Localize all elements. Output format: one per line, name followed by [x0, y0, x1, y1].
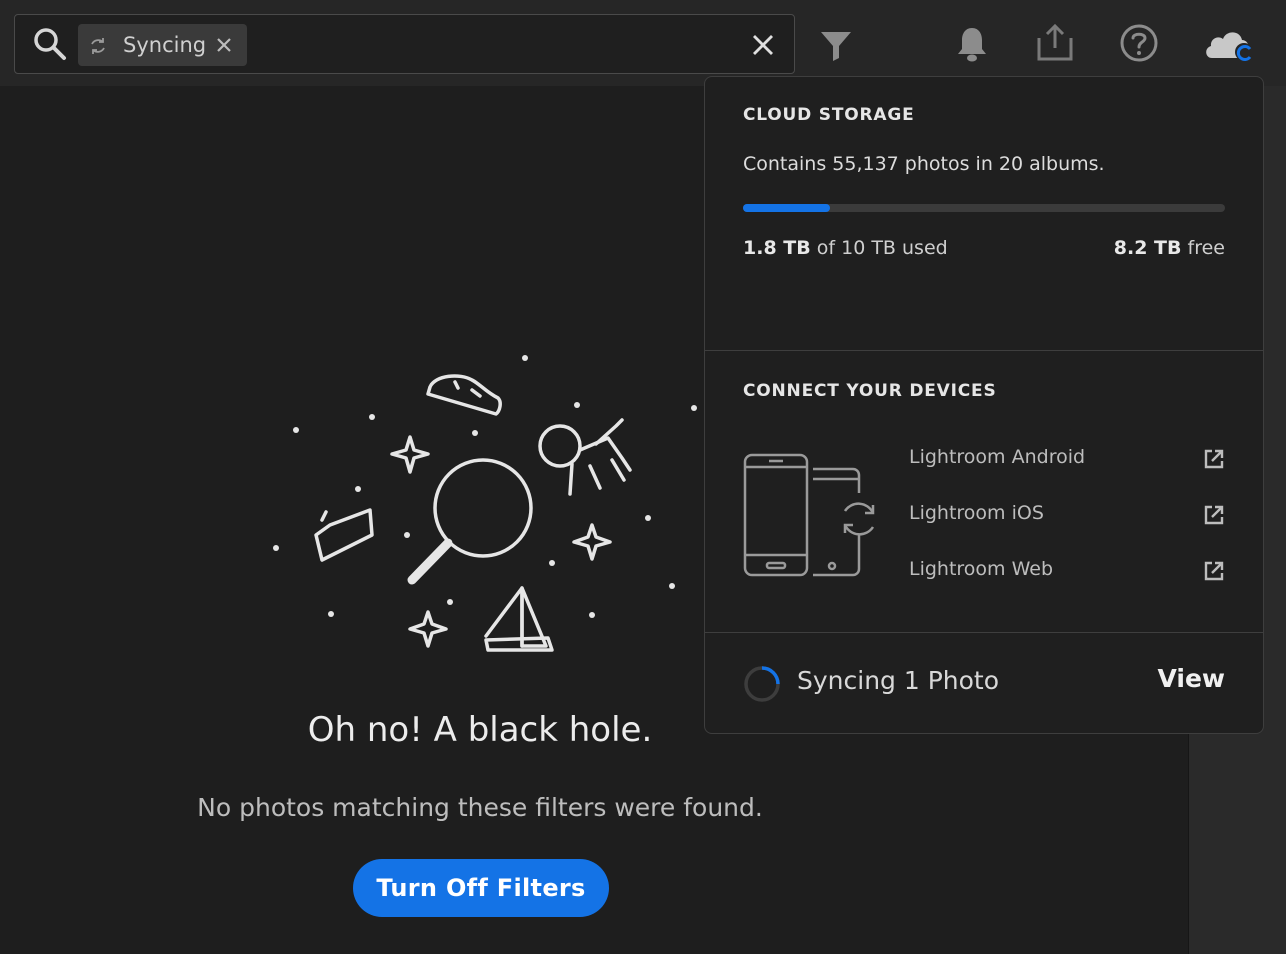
external-link-icon[interactable] [1203, 504, 1225, 526]
search-icon[interactable] [33, 27, 67, 61]
external-link-icon[interactable] [1203, 560, 1225, 582]
used-suffix: of 10 TB used [810, 237, 948, 259]
close-icon[interactable] [214, 35, 234, 55]
bell-icon[interactable] [955, 25, 989, 63]
spinner-icon [744, 666, 780, 702]
clear-search-icon[interactable] [751, 33, 775, 57]
sync-status-label: Syncing 1 Photo [797, 666, 1000, 695]
divider [705, 350, 1263, 351]
device-link-web[interactable]: Lightroom Web [909, 558, 1053, 580]
empty-state-subtitle: No photos matching these filters were fo… [197, 793, 763, 822]
free-suffix: free [1181, 237, 1225, 259]
cloud-sync-icon[interactable] [1202, 24, 1258, 64]
help-icon[interactable] [1119, 23, 1159, 63]
filter-icon[interactable] [819, 30, 853, 62]
storage-free: 8.2 TB free [1114, 237, 1225, 259]
cloud-storage-popover: CLOUD STORAGE Contains 55,137 photos in … [704, 76, 1264, 734]
connect-devices-heading: CONNECT YOUR DEVICES [743, 381, 997, 401]
top-bar: Syncing [0, 0, 1286, 86]
divider [705, 632, 1263, 633]
sync-icon [91, 38, 105, 54]
filter-chip-label: Syncing [123, 33, 207, 57]
storage-used: 1.8 TB of 10 TB used [743, 237, 948, 259]
external-link-icon[interactable] [1203, 448, 1225, 470]
view-sync-link[interactable]: View [1157, 664, 1225, 693]
share-icon[interactable] [1035, 22, 1075, 62]
black-hole-illustration [273, 355, 697, 652]
search-field[interactable]: Syncing [14, 14, 795, 74]
device-link-android[interactable]: Lightroom Android [909, 446, 1085, 468]
storage-usage-bar [743, 204, 1225, 212]
devices-icon [743, 453, 875, 577]
device-link-ios[interactable]: Lightroom iOS [909, 502, 1044, 524]
cloud-storage-heading: CLOUD STORAGE [743, 105, 915, 125]
storage-contains-text: Contains 55,137 photos in 20 albums. [743, 153, 1105, 175]
used-amount: 1.8 TB [743, 237, 811, 259]
storage-usage-fill [743, 204, 830, 212]
free-amount: 8.2 TB [1113, 237, 1182, 259]
filter-chip-syncing[interactable]: Syncing [78, 24, 247, 66]
turn-off-filters-button[interactable]: Turn Off Filters [353, 859, 609, 917]
